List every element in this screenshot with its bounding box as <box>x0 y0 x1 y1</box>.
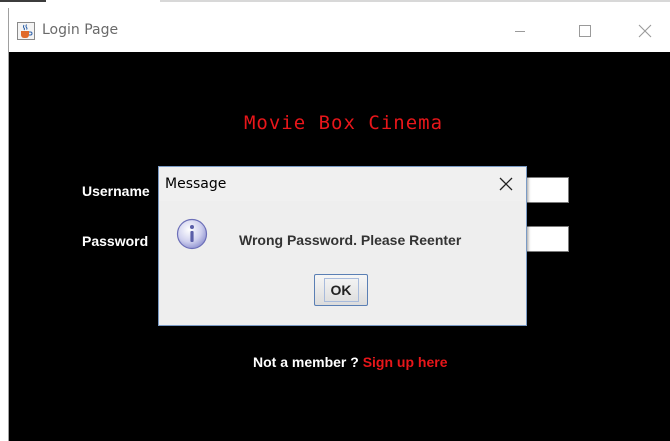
close-button[interactable] <box>622 18 668 44</box>
ok-button-label: OK <box>323 278 359 302</box>
window-title: Login Page <box>42 22 119 38</box>
dialog-message: Wrong Password. Please Reenter <box>239 232 462 248</box>
message-dialog: Message Wrong Password. Please Reenter O… <box>158 166 527 326</box>
app-heading: Movie Box Cinema <box>243 112 444 134</box>
information-icon <box>176 218 208 250</box>
maximize-button[interactable] <box>562 18 608 44</box>
dialog-body: Wrong Password. Please Reenter OK <box>159 201 526 325</box>
signup-prompt: Not a member ? Sign up here <box>253 354 448 370</box>
dialog-title: Message <box>165 176 227 192</box>
background-edge <box>0 0 46 2</box>
maximize-icon <box>579 25 591 37</box>
signup-prefix-text: Not a member ? <box>253 354 359 370</box>
close-icon <box>499 177 513 191</box>
background-edge <box>160 0 670 2</box>
background-strip <box>0 0 670 8</box>
password-label: Password <box>82 233 149 249</box>
java-cup-icon <box>17 22 35 40</box>
minimize-button[interactable] <box>497 18 543 44</box>
minimize-icon <box>515 31 525 32</box>
close-icon <box>638 24 652 38</box>
title-bar[interactable]: Login Page <box>9 8 670 52</box>
signup-link[interactable]: Sign up here <box>363 354 448 370</box>
ok-button[interactable]: OK <box>314 274 368 306</box>
username-label: Username <box>82 183 150 199</box>
dialog-close-button[interactable] <box>493 171 519 197</box>
